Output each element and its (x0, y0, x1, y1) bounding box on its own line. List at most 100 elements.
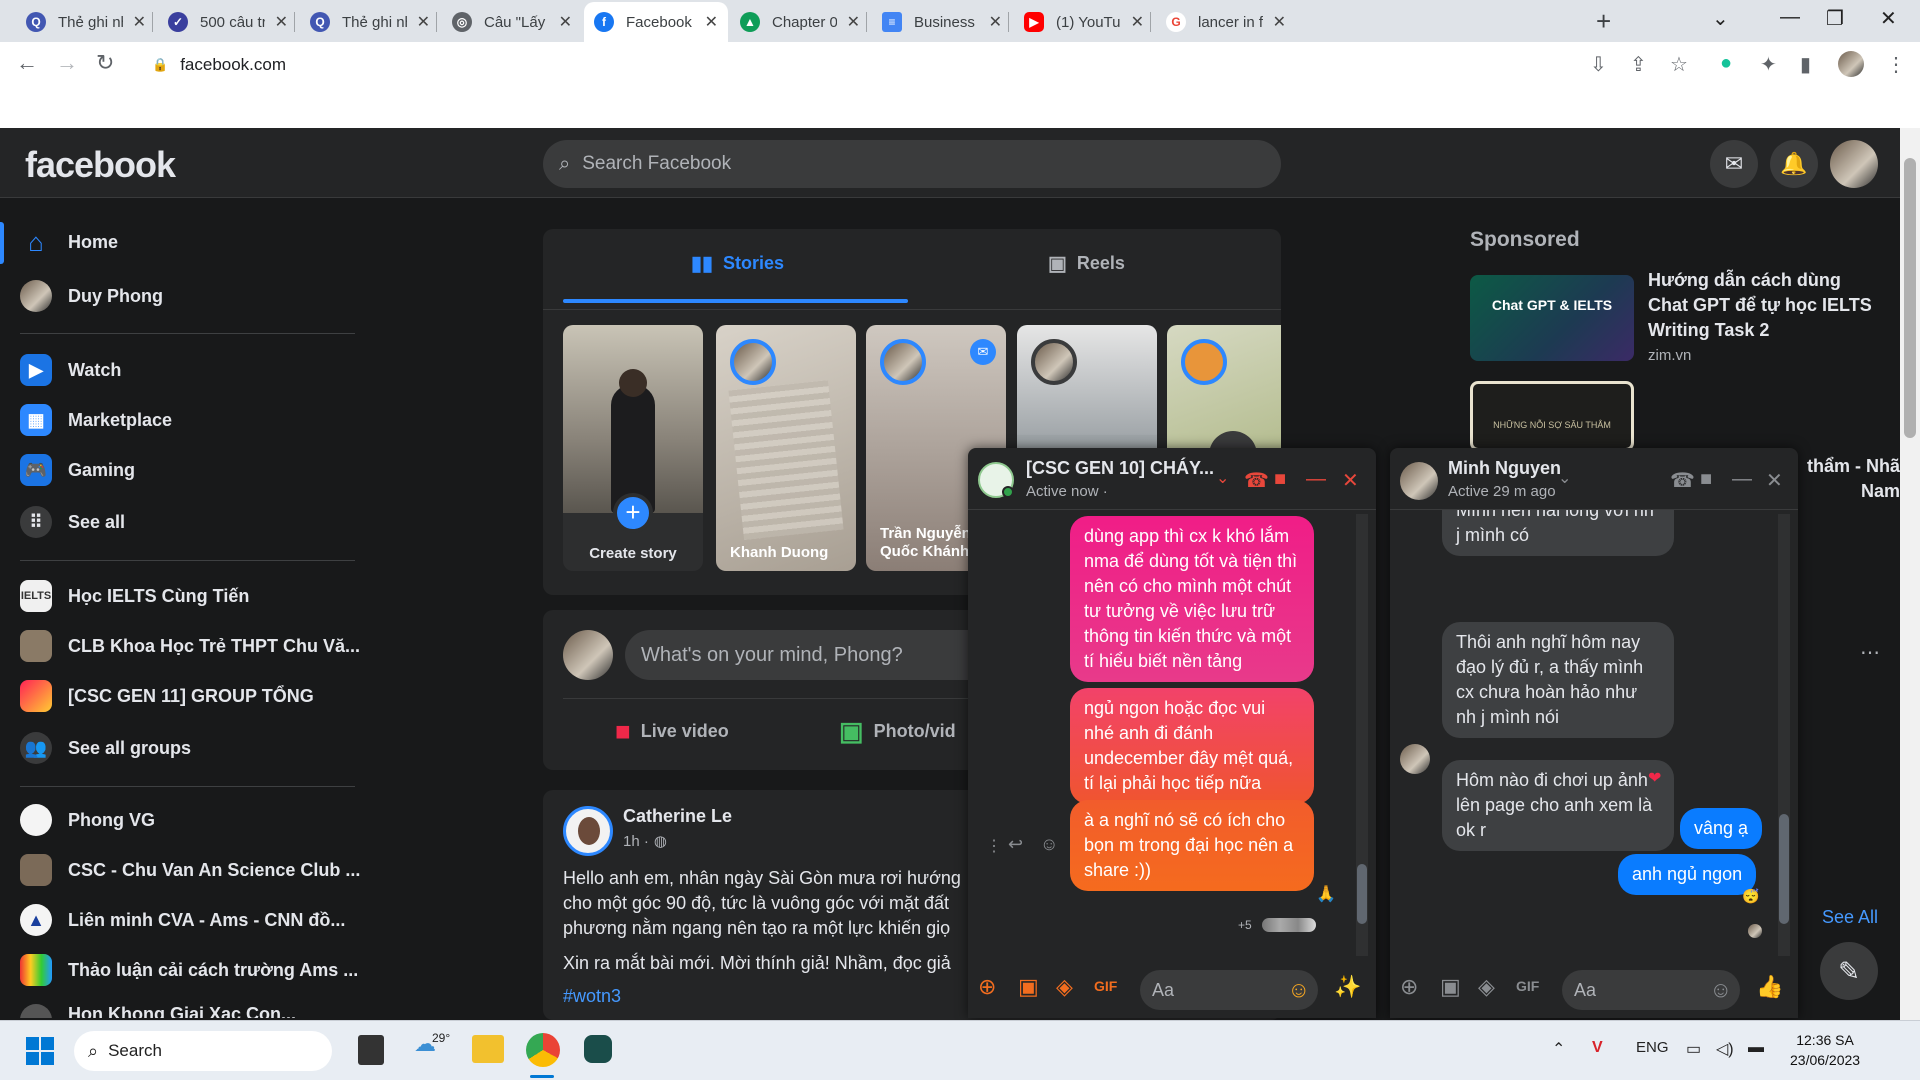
forward-icon[interactable]: → (56, 50, 78, 76)
reply-icon[interactable]: ↩ (1008, 834, 1023, 855)
chevron-down-icon[interactable]: ⌄ (1558, 468, 1571, 488)
address-bar[interactable]: 🔒 facebook.com (138, 47, 1533, 83)
chat-header[interactable]: Minh Nguyen Active 29 m ago ⌄ ☎ ■ — ✕ (1390, 448, 1798, 510)
image-icon[interactable]: ▣ (1018, 974, 1039, 1000)
story-card[interactable]: Khanh Duong (716, 325, 856, 571)
close-tab-icon[interactable]: ✕ (417, 12, 430, 32)
ad-image[interactable]: NHỮNG NỖI SỢ SÂU THẲM (1470, 381, 1634, 451)
menu-icon[interactable]: ⋮ (1886, 52, 1906, 77)
system-clock[interactable]: 12:36 SA 23/06/2023 (1790, 1030, 1860, 1070)
sidebar-group-item[interactable]: CLB Khoa Học Trẻ THPT Chu Vă... (20, 630, 360, 662)
browser-tab-active[interactable]: f Facebook ✕ (584, 2, 728, 42)
minimize-icon[interactable]: — (1780, 6, 1800, 29)
photo-video-button[interactable]: ▣ Photo/vid (839, 716, 956, 747)
more-options-icon[interactable]: ⋯ (1860, 640, 1880, 665)
message-input[interactable]: Aa ☺ (1562, 970, 1740, 1010)
browser-tab[interactable]: ▶ (1) YouTube✕ (1014, 2, 1154, 42)
facebook-logo[interactable]: facebook (25, 144, 176, 186)
reload-icon[interactable]: ↻ (96, 50, 114, 76)
chat-scrollbar[interactable] (1356, 514, 1368, 956)
minimize-chat-icon[interactable]: — (1732, 468, 1752, 491)
sticker-icon[interactable]: ◈ (1478, 974, 1495, 1000)
close-tab-icon[interactable]: ✕ (1273, 12, 1286, 32)
browser-tab[interactable]: ◎ Câu "Lấy chồn✕ (442, 2, 582, 42)
close-window-icon[interactable]: ✕ (1880, 6, 1897, 31)
react-icon[interactable]: ☺ (1040, 834, 1058, 855)
sidebar-item-marketplace[interactable]: ▦ Marketplace (20, 404, 172, 436)
bookmark-star-icon[interactable]: ☆ (1670, 52, 1688, 77)
back-icon[interactable]: ← (16, 50, 38, 76)
browser-tab[interactable]: ✓ 500 câu trắc n✕ (158, 2, 298, 42)
ad-title[interactable]: Hướng dẫn cách dùng Chat GPT để tự học I… (1648, 268, 1878, 343)
emoji-icon[interactable]: ☺ (1288, 977, 1310, 1003)
sidebar-item-home[interactable]: ⌂ Home (20, 226, 118, 258)
add-icon[interactable]: ⊕ (1400, 974, 1418, 1000)
browser-tab[interactable]: ▲ Chapter 07 - C✕ (730, 2, 870, 42)
notifications-icon[interactable]: 🔔 (1770, 140, 1818, 188)
messenger-icon[interactable]: ✉ (1710, 140, 1758, 188)
facebook-search-input[interactable]: ⌕ Search Facebook (543, 140, 1281, 188)
sidebar-page-item[interactable]: CSC - Chu Van An Science Club ... (20, 854, 360, 886)
chat-header[interactable]: [CSC GEN 10] CHÁY... Active now · ⌄ ☎ ■ … (968, 448, 1376, 510)
close-chat-icon[interactable]: ✕ (1342, 468, 1359, 493)
task-view-icon[interactable] (358, 1035, 384, 1065)
ad-title-partial[interactable]: thẩm - Nhã Nam (1800, 454, 1900, 504)
sidebar-page-item[interactable]: Phong VG (20, 804, 155, 836)
gif-icon[interactable]: GIF (1516, 978, 1539, 994)
network-icon[interactable]: ▭ (1686, 1039, 1701, 1059)
sidebar-group-item[interactable]: IELTS Học IELTS Cùng Tiến (20, 580, 249, 612)
chrome-icon[interactable] (526, 1033, 560, 1067)
volume-icon[interactable]: ◁) (1716, 1039, 1734, 1059)
app-icon[interactable] (584, 1035, 612, 1063)
close-tab-icon[interactable]: ✕ (847, 12, 860, 32)
new-tab-icon[interactable]: + (1596, 6, 1611, 37)
browser-tab[interactable]: Q Thẻ ghi nhớ: C✕ (16, 2, 156, 42)
chat-scrollbar[interactable] (1778, 514, 1790, 956)
windows-start-icon[interactable] (26, 1037, 54, 1065)
sidebar-page-item[interactable]: Thảo luận cải cách trường Ams ... (20, 954, 358, 986)
tab-stories[interactable]: ▮▮ Stories (691, 251, 784, 276)
new-message-icon[interactable]: ✎ (1820, 942, 1878, 1000)
sidebar-page-item[interactable]: Hon Khong Giai Xac Con... (20, 1004, 296, 1018)
close-tab-icon[interactable]: ✕ (133, 12, 146, 32)
chevron-down-icon[interactable]: ⌄ (1216, 468, 1229, 488)
battery-icon[interactable]: ▬ (1748, 1039, 1764, 1057)
sidebar-item-watch[interactable]: ▶ Watch (20, 354, 121, 386)
grammarly-icon[interactable]: ● (1720, 52, 1732, 75)
image-icon[interactable]: ▣ (1440, 974, 1461, 1000)
author-avatar[interactable] (563, 806, 613, 856)
account-avatar[interactable] (1830, 140, 1878, 188)
close-tab-icon[interactable]: ✕ (989, 12, 1002, 32)
create-story-card[interactable]: + Create story (563, 325, 703, 571)
video-icon[interactable]: ■ (1274, 468, 1286, 491)
restore-icon[interactable]: ❐ (1826, 6, 1844, 31)
sidebar-page-item[interactable]: ▲ Liên minh CVA - Ams - CNN đồ... (20, 904, 345, 936)
browser-tab[interactable]: Q Thẻ ghi nhớ: C✕ (300, 2, 440, 42)
live-video-button[interactable]: ■ Live video (615, 716, 729, 747)
sticker-icon[interactable]: ◈ (1056, 974, 1073, 1000)
sidebar-item-see-all[interactable]: ⠿ See all (20, 506, 125, 538)
party-emoji-icon[interactable]: ✨ (1334, 974, 1361, 1000)
sidebar-item-profile[interactable]: Duy Phong (20, 280, 163, 312)
see-all-link[interactable]: See All (1822, 907, 1878, 928)
phone-icon[interactable]: ☎ (1244, 468, 1269, 493)
close-chat-icon[interactable]: ✕ (1766, 468, 1783, 493)
antivirus-icon[interactable]: V (1592, 1039, 1603, 1057)
close-tab-icon[interactable]: ✕ (1131, 12, 1144, 32)
browser-tab[interactable]: ≡ Business - Goo✕ (872, 2, 1012, 42)
add-icon[interactable]: ⊕ (978, 974, 996, 1000)
tab-reels[interactable]: ▣ Reels (1048, 251, 1125, 276)
profile-avatar[interactable] (1838, 51, 1864, 77)
video-icon[interactable]: ■ (1700, 468, 1712, 491)
close-tab-icon[interactable]: ✕ (559, 12, 572, 32)
close-tab-icon[interactable]: ✕ (705, 12, 718, 32)
sidebar-group-item[interactable]: [CSC GEN 11] GROUP TỔNG (20, 680, 314, 712)
phone-icon[interactable]: ☎ (1670, 468, 1695, 493)
extensions-icon[interactable]: ✦ (1760, 52, 1777, 77)
file-explorer-icon[interactable] (472, 1035, 504, 1063)
gif-icon[interactable]: GIF (1094, 978, 1117, 994)
ad-image[interactable]: Chat GPT & IELTS (1470, 275, 1634, 361)
browser-tab[interactable]: G lancer in frenc✕ (1156, 2, 1296, 42)
sidebar-item-gaming[interactable]: 🎮 Gaming (20, 454, 135, 486)
minimize-chat-icon[interactable]: — (1306, 468, 1326, 491)
